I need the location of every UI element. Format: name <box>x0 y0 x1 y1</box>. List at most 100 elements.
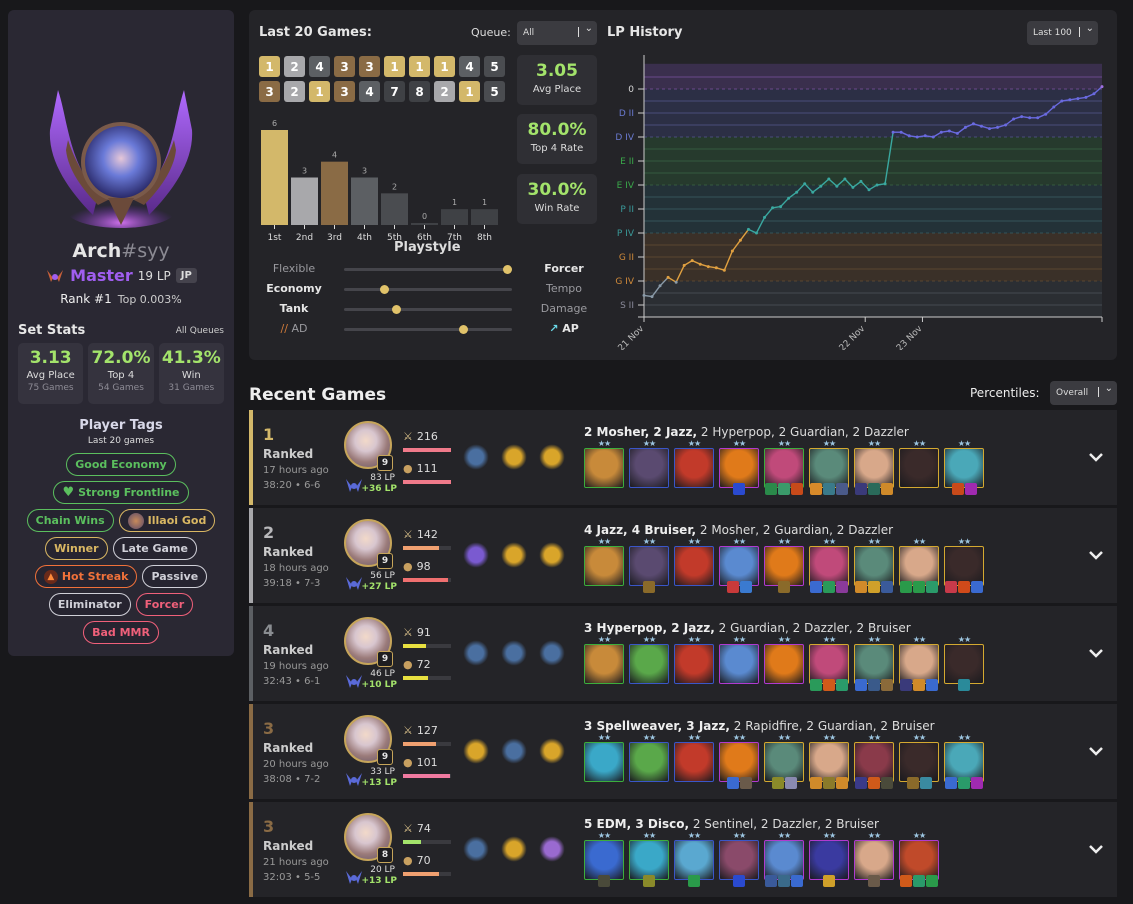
item-icon[interactable] <box>881 679 893 691</box>
lp-data-point[interactable] <box>1052 105 1056 109</box>
lp-data-point[interactable] <box>996 125 1000 129</box>
item-icon[interactable] <box>913 581 925 593</box>
lp-data-point[interactable] <box>955 131 959 135</box>
lp-data-point[interactable] <box>690 259 694 263</box>
augment-icon[interactable] <box>537 540 567 570</box>
lp-data-point[interactable] <box>891 130 895 134</box>
unit-card[interactable]: ★★ <box>629 538 669 593</box>
lp-data-point[interactable] <box>883 182 887 186</box>
expand-chevron-icon[interactable] <box>1087 742 1105 760</box>
augment-icon[interactable] <box>499 442 529 472</box>
item-icon[interactable] <box>881 483 893 495</box>
item-icon[interactable] <box>868 581 880 593</box>
item-icon[interactable] <box>868 679 880 691</box>
lp-data-point[interactable] <box>1100 85 1104 89</box>
item-icon[interactable] <box>791 875 803 887</box>
unit-card[interactable]: ★★ <box>809 538 849 593</box>
expand-chevron-icon[interactable] <box>1087 644 1105 662</box>
item-icon[interactable] <box>913 875 925 887</box>
unit-card[interactable]: ★★ <box>719 636 759 684</box>
player-tag-pill[interactable]: ♥ Strong Frontline <box>53 481 189 504</box>
unit-card[interactable]: ★★ <box>809 440 849 495</box>
unit-card[interactable]: ★★ <box>854 538 894 593</box>
lp-data-point[interactable] <box>835 184 839 188</box>
lp-data-point[interactable] <box>730 249 734 253</box>
game-row[interactable]: 2 Ranked 18 hours ago 39:18 • 7-3 9 56 LP +27 … <box>249 508 1117 603</box>
item-icon[interactable] <box>945 581 957 593</box>
game-row[interactable]: 1 Ranked 17 hours ago 38:20 • 6-6 9 83 LP +36 … <box>249 410 1117 505</box>
item-icon[interactable] <box>810 581 822 593</box>
item-icon[interactable] <box>823 679 835 691</box>
augment-icon[interactable] <box>499 638 529 668</box>
item-icon[interactable] <box>926 679 938 691</box>
item-icon[interactable] <box>739 581 752 593</box>
lp-data-point[interactable] <box>722 268 726 272</box>
item-icon[interactable] <box>726 777 739 789</box>
unit-card[interactable]: ★★ <box>674 440 714 488</box>
lp-data-point[interactable] <box>963 125 967 129</box>
augment-icon[interactable] <box>537 442 567 472</box>
item-icon[interactable] <box>855 679 867 691</box>
unit-card[interactable]: ★★ <box>674 538 714 586</box>
item-icon[interactable] <box>726 581 739 593</box>
lp-data-point[interactable] <box>771 206 775 210</box>
item-icon[interactable] <box>810 483 822 495</box>
expand-chevron-icon[interactable] <box>1087 840 1105 858</box>
augment-icon[interactable] <box>461 638 491 668</box>
unit-card[interactable]: ★★ <box>584 440 624 488</box>
unit-card[interactable]: ★★ <box>674 734 714 782</box>
item-icon[interactable] <box>823 777 835 789</box>
lp-data-point[interactable] <box>1028 116 1032 120</box>
lp-data-point[interactable] <box>939 130 943 134</box>
lp-data-point[interactable] <box>1084 95 1088 99</box>
item-icon[interactable] <box>778 483 790 495</box>
player-tag-pill[interactable]: Passive <box>142 565 208 588</box>
lp-data-point[interactable] <box>1012 117 1016 121</box>
unit-card[interactable]: ★★ <box>899 832 939 887</box>
lp-data-point[interactable] <box>698 262 702 266</box>
item-icon[interactable] <box>823 875 835 887</box>
lp-data-point[interactable] <box>843 177 847 181</box>
item-icon[interactable] <box>733 483 745 495</box>
queue-select[interactable]: All ⌄ <box>517 21 597 45</box>
lp-data-point[interactable] <box>899 130 903 134</box>
item-icon[interactable] <box>868 483 880 495</box>
unit-card[interactable]: ★★ <box>854 636 894 691</box>
item-icon[interactable] <box>855 777 867 789</box>
item-icon[interactable] <box>868 875 880 887</box>
unit-card[interactable]: ★★ <box>719 832 759 887</box>
lp-data-point[interactable] <box>819 184 823 188</box>
item-icon[interactable] <box>926 581 938 593</box>
item-icon[interactable] <box>643 875 655 887</box>
player-tag-pill[interactable]: Eliminator <box>48 593 131 616</box>
item-icon[interactable] <box>791 483 803 495</box>
unit-card[interactable]: ★★ <box>764 636 804 684</box>
item-icon[interactable] <box>765 483 777 495</box>
lp-data-point[interactable] <box>738 238 742 242</box>
lp-data-point[interactable] <box>754 231 758 235</box>
player-tag-pill[interactable]: Winner <box>45 537 108 560</box>
item-icon[interactable] <box>823 581 835 593</box>
item-icon[interactable] <box>900 679 912 691</box>
unit-card[interactable]: ★★ <box>764 440 804 495</box>
unit-card[interactable]: ★★ <box>809 734 849 789</box>
item-icon[interactable] <box>733 875 745 887</box>
expand-chevron-icon[interactable] <box>1087 546 1105 564</box>
percentiles-select[interactable]: Overall ⌄ <box>1050 381 1117 405</box>
item-icon[interactable] <box>971 581 983 593</box>
unit-card[interactable]: ★★ <box>719 440 759 495</box>
lp-data-point[interactable] <box>682 263 686 267</box>
item-icon[interactable] <box>926 875 938 887</box>
player-tag-pill[interactable]: ▲ Hot Streak <box>34 565 138 588</box>
unit-card[interactable]: ★★ <box>854 734 894 789</box>
unit-card[interactable]: ★★ <box>899 734 939 789</box>
player-tag-pill[interactable]: Late Game <box>112 537 197 560</box>
item-icon[interactable] <box>778 875 790 887</box>
item-icon[interactable] <box>836 679 848 691</box>
item-icon[interactable] <box>971 777 983 789</box>
item-icon[interactable] <box>765 875 777 887</box>
item-icon[interactable] <box>771 777 784 789</box>
item-icon[interactable] <box>778 581 790 593</box>
augment-icon[interactable] <box>461 736 491 766</box>
lp-data-point[interactable] <box>1076 97 1080 101</box>
